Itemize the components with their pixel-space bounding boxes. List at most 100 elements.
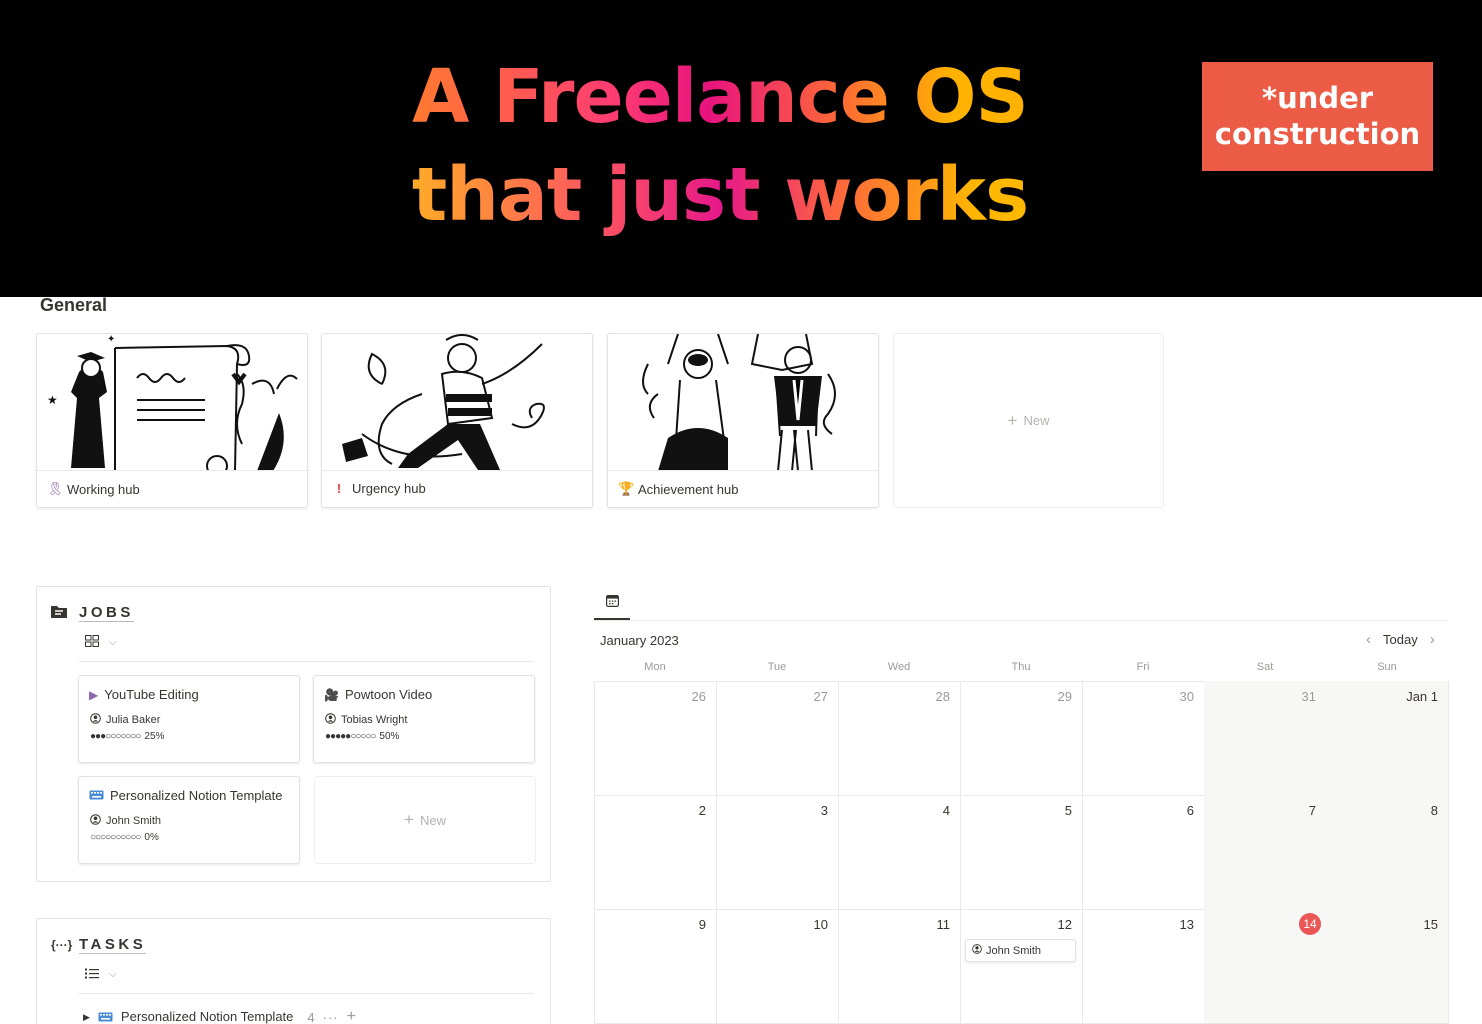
play-icon: ▶	[89, 687, 99, 702]
card-label: Working hub	[67, 481, 140, 497]
calendar-month-label: January 2023	[600, 633, 679, 648]
card-caption: ! Urgency hub	[332, 481, 426, 496]
calendar-view-tab[interactable]	[594, 592, 630, 620]
chevron-right-icon[interactable]: ›	[1430, 631, 1435, 648]
calendar-day-cell[interactable]: 3	[716, 795, 839, 910]
calendar-day-cell[interactable]: 11	[838, 909, 961, 1024]
under-construction-badge: *under construction	[1202, 62, 1433, 171]
calendar-day-cell[interactable]: 30	[1082, 681, 1205, 796]
trophy-icon: 🏆	[618, 481, 635, 496]
divider	[594, 620, 1448, 621]
new-label: New	[1023, 413, 1050, 428]
braces-icon: {···}	[51, 938, 73, 952]
job-card-powtoon-video[interactable]: 🎥 Powtoon Video Tobias Wright ●●●●●○○○○○…	[313, 675, 535, 763]
chevron-left-icon[interactable]: ‹	[1366, 631, 1371, 648]
progress-percent: 50%	[379, 731, 400, 742]
gallery-card-working-hub[interactable]: ★ ✦ 🎗 Working hub	[36, 333, 308, 508]
calendar-day-cell[interactable]: 12 John Smith	[960, 909, 1083, 1024]
badge-line-1: *under	[1261, 81, 1374, 115]
calendar-day-cell[interactable]: 4	[838, 795, 961, 910]
day-number: 12	[1057, 917, 1072, 932]
job-progress: ○○○○○○○○○○ 0%	[90, 832, 159, 843]
card-label: Urgency hub	[352, 481, 426, 496]
job-person-name: Tobias Wright	[341, 714, 408, 726]
tasks-title[interactable]: {···} TASKS	[51, 936, 147, 954]
keyboard-icon	[89, 788, 104, 803]
day-number: 15	[1423, 917, 1438, 932]
progress-dots: ●●●○○○○○○○	[90, 731, 141, 742]
day-number: 8	[1430, 803, 1438, 818]
calendar-day-cell[interactable]: 31	[1204, 681, 1327, 796]
weekday-label: Sun	[1377, 661, 1397, 673]
calendar-day-cell[interactable]: 10	[716, 909, 839, 1024]
day-number: 6	[1186, 803, 1194, 818]
calendar-day-cell[interactable]: 26	[594, 681, 717, 796]
job-progress: ●●●○○○○○○○ 25%	[90, 731, 164, 742]
calendar-day-cell[interactable]: 28	[838, 681, 961, 796]
calendar-event[interactable]: John Smith	[965, 939, 1076, 962]
day-number: 11	[936, 917, 951, 932]
task-group-count: 4	[307, 1009, 315, 1024]
task-group-name[interactable]: Personalized Notion Template	[121, 1009, 293, 1024]
weekday-label: Mon	[644, 661, 666, 673]
tasks-title-label: TASKS	[79, 936, 147, 954]
keyboard-icon	[98, 1010, 113, 1024]
gallery-new-button[interactable]: + New	[893, 333, 1164, 508]
calendar-navigation: ‹ Today ›	[1366, 631, 1435, 648]
day-number: 26	[691, 689, 706, 704]
day-number: 13	[1179, 917, 1194, 932]
progress-percent: 0%	[144, 832, 159, 843]
expand-triangle-icon[interactable]: ▶	[83, 1012, 90, 1023]
calendar-day-cell[interactable]: 13	[1082, 909, 1205, 1024]
chevron-down-icon: ⌵	[109, 969, 117, 980]
calendar-day-cell[interactable]: 14	[1204, 909, 1327, 1024]
jobs-new-button[interactable]: + New	[314, 776, 536, 864]
calendar-day-cell[interactable]: Jan 1	[1326, 681, 1449, 796]
calendar-grid: 26 27 28 29 30 31 Jan 1 2 3 4 5 6 7 8 9 10 11 12 John Smit…	[594, 681, 1449, 1024]
job-card-personalized-notion-template[interactable]: Personalized Notion Template John Smith …	[78, 776, 300, 864]
card-caption: 🎗 Working hub	[47, 481, 140, 497]
day-number: 3	[820, 803, 828, 818]
job-title: Personalized Notion Template	[110, 788, 283, 803]
plus-icon: +	[404, 810, 414, 829]
gallery-view-icon	[85, 635, 99, 650]
weekday-label: Sat	[1256, 661, 1274, 673]
view-switcher[interactable]: ⌵	[85, 967, 117, 982]
calendar-day-cell[interactable]: 7	[1204, 795, 1327, 910]
day-number: 2	[698, 803, 706, 818]
gallery-card-urgency-hub[interactable]: ! Urgency hub	[321, 333, 593, 508]
gallery-card-achievement-hub[interactable]: 🏆 Achievement hub	[607, 333, 879, 508]
calendar-day-cell[interactable]: 27	[716, 681, 839, 796]
calendar-day-cell[interactable]: 9	[594, 909, 717, 1024]
day-number: Jan 1	[1406, 689, 1438, 704]
plus-icon: +	[1007, 410, 1018, 430]
person-icon	[90, 713, 101, 727]
person-icon	[972, 944, 982, 957]
card-caption: 🏆 Achievement hub	[618, 481, 738, 497]
weekday-label: Thu	[1011, 661, 1031, 673]
calendar-day-cell[interactable]: 5	[960, 795, 1083, 910]
chevron-down-icon: ⌵	[109, 637, 117, 648]
job-progress: ●●●●●○○○○○ 50%	[325, 731, 399, 742]
jobs-title[interactable]: JOBS	[51, 604, 134, 622]
calendar-day-cell[interactable]: 8	[1326, 795, 1449, 910]
calendar-day-cell[interactable]: 6	[1082, 795, 1205, 910]
progress-dots: ●●●●●○○○○○	[325, 731, 376, 742]
event-label: John Smith	[986, 944, 1042, 957]
view-switcher[interactable]: ⌵	[85, 635, 117, 650]
day-number: 7	[1308, 803, 1316, 818]
film-camera-icon: 🎥	[324, 687, 339, 702]
task-group-row[interactable]: ▶ Personalized Notion Template 4 ··· +	[83, 1008, 356, 1024]
job-title: Powtoon Video	[344, 687, 433, 702]
add-task-icon[interactable]: +	[347, 1008, 356, 1024]
svg-text:✦: ✦	[107, 334, 115, 345]
today-button[interactable]: Today	[1383, 632, 1418, 647]
cover-illustration-graduate: ★ ✦	[37, 334, 307, 471]
calendar-day-cell[interactable]: 29	[960, 681, 1083, 796]
job-card-youtube-editing[interactable]: ▶ YouTube Editing Julia Baker ●●●○○○○○○○…	[78, 675, 300, 763]
more-options-icon[interactable]: ···	[323, 1010, 339, 1024]
calendar-day-cell[interactable]: 2	[594, 795, 717, 910]
weekday-label: Tue	[767, 661, 787, 673]
list-view-icon	[85, 967, 99, 982]
calendar-day-cell[interactable]: 15	[1326, 909, 1449, 1024]
